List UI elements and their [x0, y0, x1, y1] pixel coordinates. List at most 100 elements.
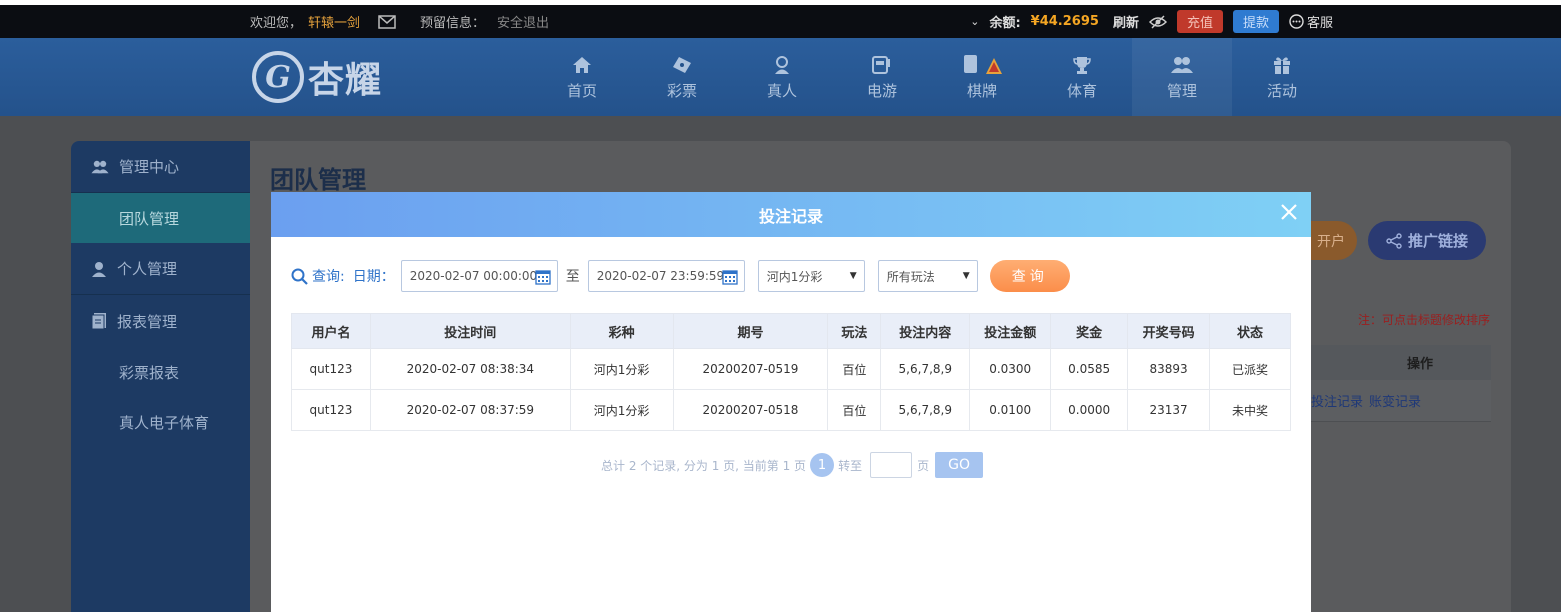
site-logo[interactable]: G 杏耀	[252, 44, 402, 110]
query-label-group: 查询:	[291, 266, 345, 286]
chat-icon	[1289, 14, 1304, 29]
bet-record-modal: 投注记录 查询: 日期： 2020-02-07 00:00:00 至 2020-…	[271, 192, 1311, 612]
cell-status: 已派奖	[1209, 348, 1291, 390]
cell-username: qut123	[291, 348, 371, 390]
nav-item-chess[interactable]: 棋牌	[932, 38, 1032, 116]
recharge-button[interactable]: 充值	[1176, 10, 1223, 33]
bet-record-table: 用户名 投注时间 彩种 期号 玩法 投注内容 投注金额 奖金 开奖号码 状态 q…	[291, 313, 1291, 431]
cell-lottery: 河内1分彩	[569, 348, 674, 390]
ops-row: 投注记录 账变记录	[1311, 380, 1491, 422]
nav-item-home[interactable]: 首页	[532, 38, 632, 116]
col-header[interactable]: 彩种	[569, 313, 674, 349]
nav-item-manage[interactable]: 管理	[1132, 38, 1232, 116]
logo-text: 杏耀	[308, 60, 383, 101]
nav-item-live[interactable]: 真人	[732, 38, 832, 116]
promo-link-button[interactable]: 推广链接	[1368, 221, 1486, 260]
calendar-icon[interactable]	[722, 269, 738, 288]
nav-label: 电游	[866, 81, 897, 100]
to-label: 至	[565, 269, 580, 285]
page-title: 团队管理	[270, 166, 366, 194]
cell-content: 5,6,7,8,9	[880, 389, 971, 431]
col-header[interactable]: 期号	[672, 313, 829, 349]
cell-prize: 0.0585	[1050, 348, 1129, 390]
balance-label: 余额:	[989, 16, 1021, 31]
cell-draw-number: 83893	[1127, 348, 1211, 390]
col-header[interactable]: 投注时间	[369, 313, 571, 349]
dealer-icon	[771, 54, 793, 76]
sidebar-item-label: 个人管理	[117, 260, 178, 278]
query-button[interactable]: 查询	[989, 260, 1070, 292]
nav-label: 体育	[1066, 81, 1097, 100]
sidebar-item-live-report[interactable]: 真人电子体育	[71, 397, 250, 447]
refresh-link[interactable]: 刷新	[1113, 12, 1139, 31]
nav-label: 管理	[1166, 81, 1197, 100]
start-date-input[interactable]: 2020-02-07 00:00:00	[400, 260, 558, 292]
cell-amount: 0.0100	[969, 389, 1052, 431]
pagination: 总计 2 个记录, 分为 1 页, 当前第 1 页 1 转至 页 GO	[601, 452, 984, 478]
nav-label: 棋牌	[966, 81, 997, 100]
query-bar: 查询: 日期： 2020-02-07 00:00:00 至 2020-02-07…	[291, 260, 1070, 292]
gift-icon	[1271, 54, 1293, 76]
ops-header: 操作	[1311, 345, 1491, 380]
cell-username: qut123	[291, 389, 371, 431]
col-header[interactable]: 投注内容	[880, 313, 971, 349]
sidebar-item-report[interactable]: 报表管理	[71, 295, 250, 347]
nav-item-lottery[interactable]: 彩票	[632, 38, 732, 116]
page-label: 页	[917, 458, 930, 473]
main-nav: 首页 彩票 真人 电游 棋牌 体育 管理 活动	[532, 38, 1332, 116]
cell-bet-time: 2020-02-07 08:37:59	[369, 389, 571, 431]
nav-label: 彩票	[666, 81, 697, 100]
cell-period: 20200207-0518	[672, 389, 829, 431]
go-button[interactable]: GO	[935, 452, 984, 478]
balance-value: ¥44.2695	[1030, 14, 1099, 29]
col-header[interactable]: 玩法	[827, 313, 882, 349]
mail-icon[interactable]	[378, 14, 396, 29]
lottery-select[interactable]: 河内1分彩 ▼	[757, 260, 865, 292]
logout-link[interactable]: 安全退出	[497, 12, 549, 31]
table-header-row: 用户名 投注时间 彩种 期号 玩法 投注内容 投注金额 奖金 开奖号码 状态	[291, 313, 1291, 349]
top-right: ⌄ 余额: ¥44.2695 刷新 充值 提款 客服	[970, 10, 1333, 33]
welcome-text: 欢迎您，	[250, 16, 303, 31]
cell-play: 百位	[827, 389, 882, 431]
sidebar-item-manage-center[interactable]: 管理中心	[71, 141, 250, 193]
col-header[interactable]: 开奖号码	[1127, 313, 1211, 349]
play-select[interactable]: 所有玩法 ▼	[877, 260, 978, 292]
chevron-down-icon[interactable]: ⌄	[970, 15, 979, 28]
col-header[interactable]: 用户名	[291, 313, 371, 349]
home-icon	[571, 54, 593, 76]
withdraw-button[interactable]: 提款	[1232, 10, 1279, 33]
goto-label: 转至	[838, 458, 863, 473]
ticket-icon	[671, 54, 693, 76]
col-header[interactable]: 投注金额	[969, 313, 1052, 349]
bet-record-link[interactable]: 投注记录	[1311, 391, 1363, 410]
sidebar-item-team-manage[interactable]: 团队管理	[71, 193, 250, 243]
open-account-button[interactable]: 开户	[1305, 221, 1357, 260]
promo-link-label: 推广链接	[1407, 232, 1468, 250]
service-link[interactable]: 客服	[1289, 12, 1333, 31]
sort-hint: 注：可点击标题修改排序	[1358, 313, 1491, 327]
calendar-icon[interactable]	[535, 269, 551, 288]
trophy-icon	[1071, 54, 1093, 76]
slot-icon	[871, 54, 893, 76]
cell-amount: 0.0300	[969, 348, 1052, 390]
col-header[interactable]: 状态	[1209, 313, 1291, 349]
service-label: 客服	[1306, 16, 1333, 31]
end-date-value: 2020-02-07 23:59:59	[596, 269, 725, 283]
username[interactable]: 轩辕一剑	[308, 12, 360, 31]
nav-item-sports[interactable]: 体育	[1032, 38, 1132, 116]
modal-title: 投注记录	[758, 206, 823, 226]
reserve-label: 预留信息：	[420, 16, 486, 31]
sidebar-item-personal[interactable]: 个人管理	[71, 243, 250, 295]
nav-item-slots[interactable]: 电游	[832, 38, 932, 116]
user-icon	[91, 261, 107, 277]
nav-item-activity[interactable]: 活动	[1232, 38, 1332, 116]
balance-change-link[interactable]: 账变记录	[1369, 391, 1421, 410]
page-input[interactable]	[870, 452, 913, 478]
chevron-down-icon: ▼	[962, 271, 970, 281]
col-header[interactable]: 奖金	[1050, 313, 1129, 349]
eye-off-icon[interactable]	[1148, 14, 1167, 29]
end-date-input[interactable]: 2020-02-07 23:59:59	[587, 260, 745, 292]
sidebar-item-lottery-report[interactable]: 彩票报表	[71, 347, 250, 397]
close-icon[interactable]	[1279, 202, 1299, 222]
page-number-current[interactable]: 1	[810, 453, 835, 477]
